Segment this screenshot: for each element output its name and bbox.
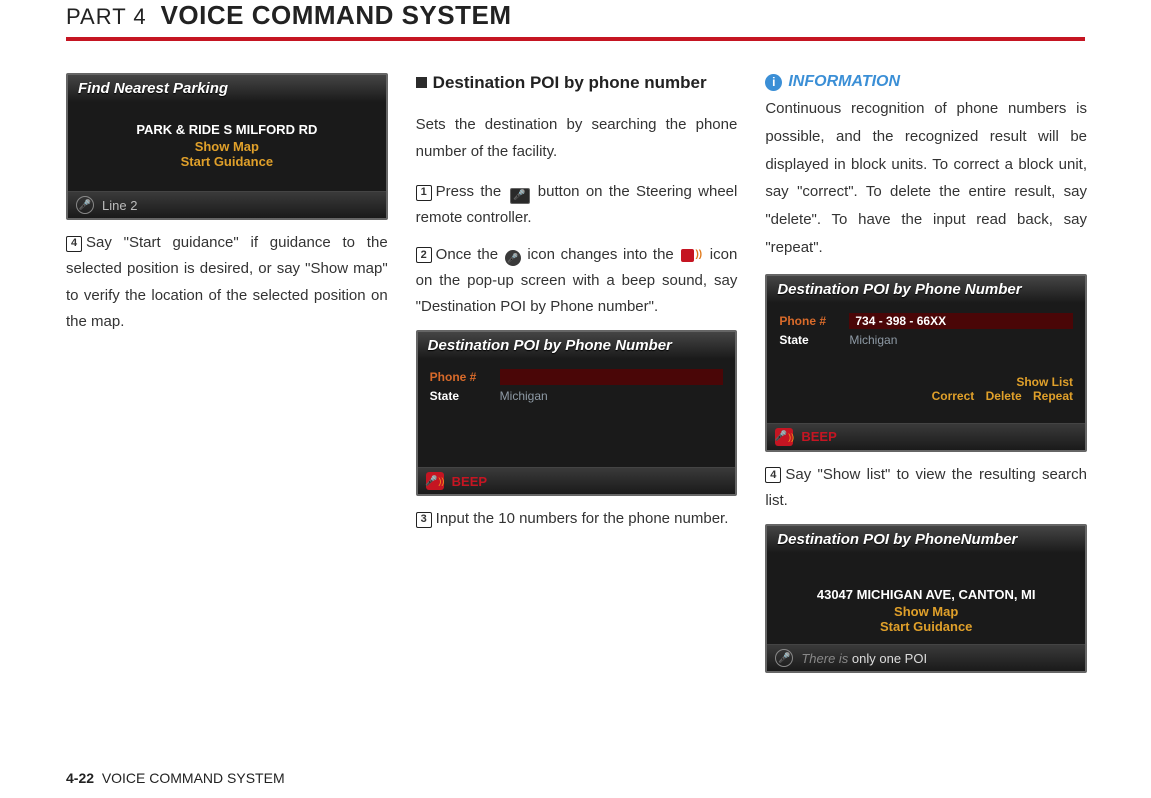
shot-title: Destination POI by PhoneNumber xyxy=(767,526,1085,553)
start-guidance-label: Start Guidance xyxy=(779,619,1073,634)
screenshot-poi-result: Destination POI by PhoneNumber 43047 MIC… xyxy=(765,524,1087,673)
state-value: Michigan xyxy=(849,333,897,347)
step-number-icon: 2 xyxy=(416,247,432,263)
repeat-cmd: Repeat xyxy=(1033,389,1073,403)
step-3: 3Input the 10 numbers for the phone numb… xyxy=(416,506,738,532)
mic-active-icon: 🎤)) xyxy=(775,428,793,446)
section-heading: Destination POI by phone number xyxy=(416,73,738,93)
mic-active-icon: )) xyxy=(681,246,702,264)
screenshot-poi-phone-filled: Destination POI by Phone Number Phone # … xyxy=(765,274,1087,452)
mic-icon: 🎤 xyxy=(76,196,94,214)
phone-input xyxy=(500,369,724,385)
command-row: Show List xyxy=(779,375,1073,389)
page-number: 4-22 xyxy=(66,770,94,786)
show-list-cmd: Show List xyxy=(1016,375,1073,389)
shot-title: Find Nearest Parking xyxy=(68,75,386,102)
screenshot-find-parking: Find Nearest Parking PARK & RIDE S MILFO… xyxy=(66,73,388,220)
phone-label: Phone # xyxy=(430,370,490,384)
step-text: icon changes into the xyxy=(522,246,680,263)
result-count-text: There is only one POI xyxy=(801,651,927,666)
info-icon: i xyxy=(765,74,782,91)
info-body: Continuous recognition of phone numbers … xyxy=(765,95,1087,262)
step-text: Say "Start guidance" if guidance to the … xyxy=(66,234,388,330)
state-value: Michigan xyxy=(500,389,548,403)
steering-voice-button-icon: 🎤 xyxy=(510,188,530,204)
step-text: Press the xyxy=(436,183,508,200)
square-bullet-icon xyxy=(416,77,427,88)
delete-cmd: Delete xyxy=(986,389,1022,403)
correct-cmd: Correct xyxy=(932,389,975,403)
footer-text: Line 2 xyxy=(102,198,137,213)
command-row: Correct Delete Repeat xyxy=(779,389,1073,403)
step-text: Say "Show list" to view the resulting se… xyxy=(765,466,1087,509)
step-4-col3: 4Say "Show list" to view the resulting s… xyxy=(765,462,1087,515)
show-map-label: Show Map xyxy=(80,139,374,154)
step-number-icon: 1 xyxy=(416,185,432,201)
shot-title: Destination POI by Phone Number xyxy=(767,276,1085,303)
mic-idle-icon: 🎤 xyxy=(505,250,521,266)
mic-active-icon: 🎤)) xyxy=(426,472,444,490)
step-1: 1Press the 🎤 button on the Steering whee… xyxy=(416,179,738,232)
info-title: INFORMATION xyxy=(788,73,900,91)
state-label: State xyxy=(430,389,490,403)
screenshot-poi-phone-empty: Destination POI by Phone Number Phone # … xyxy=(416,330,738,496)
part-label: PART 4 xyxy=(66,4,147,30)
step-2: 2Once the 🎤 icon changes into the )) ico… xyxy=(416,242,738,321)
step-text: Input the 10 numbers for the phone numbe… xyxy=(436,510,729,527)
poi-name: PARK & RIDE S MILFORD RD xyxy=(80,122,374,137)
result-address: 43047 MICHIGAN AVE, CANTON, MI xyxy=(779,587,1073,602)
start-guidance-label: Start Guidance xyxy=(80,154,374,169)
step-number-icon: 3 xyxy=(416,512,432,528)
heading-text: Destination POI by phone number xyxy=(433,73,707,92)
step-number-icon: 4 xyxy=(765,467,781,483)
footer-section: VOICE COMMAND SYSTEM xyxy=(102,770,285,786)
phone-value: 734 - 398 - 66XX xyxy=(849,313,1073,329)
section-intro: Sets the destination by searching the ph… xyxy=(416,111,738,165)
beep-label: BEEP xyxy=(801,429,836,444)
beep-label: BEEP xyxy=(452,474,487,489)
shot-title: Destination POI by Phone Number xyxy=(418,332,736,359)
page-footer: 4-22 VOICE COMMAND SYSTEM xyxy=(66,770,285,786)
mic-icon: 🎤 xyxy=(775,649,793,667)
state-label: State xyxy=(779,333,839,347)
information-heading: i INFORMATION xyxy=(765,73,1087,91)
step-text: Once the xyxy=(436,246,504,263)
phone-label: Phone # xyxy=(779,314,839,328)
show-map-label: Show Map xyxy=(779,604,1073,619)
step-number-icon: 4 xyxy=(66,236,82,252)
step-4-col1: 4Say "Start guidance" if guidance to the… xyxy=(66,230,388,335)
page-title: VOICE COMMAND SYSTEM xyxy=(161,0,512,31)
